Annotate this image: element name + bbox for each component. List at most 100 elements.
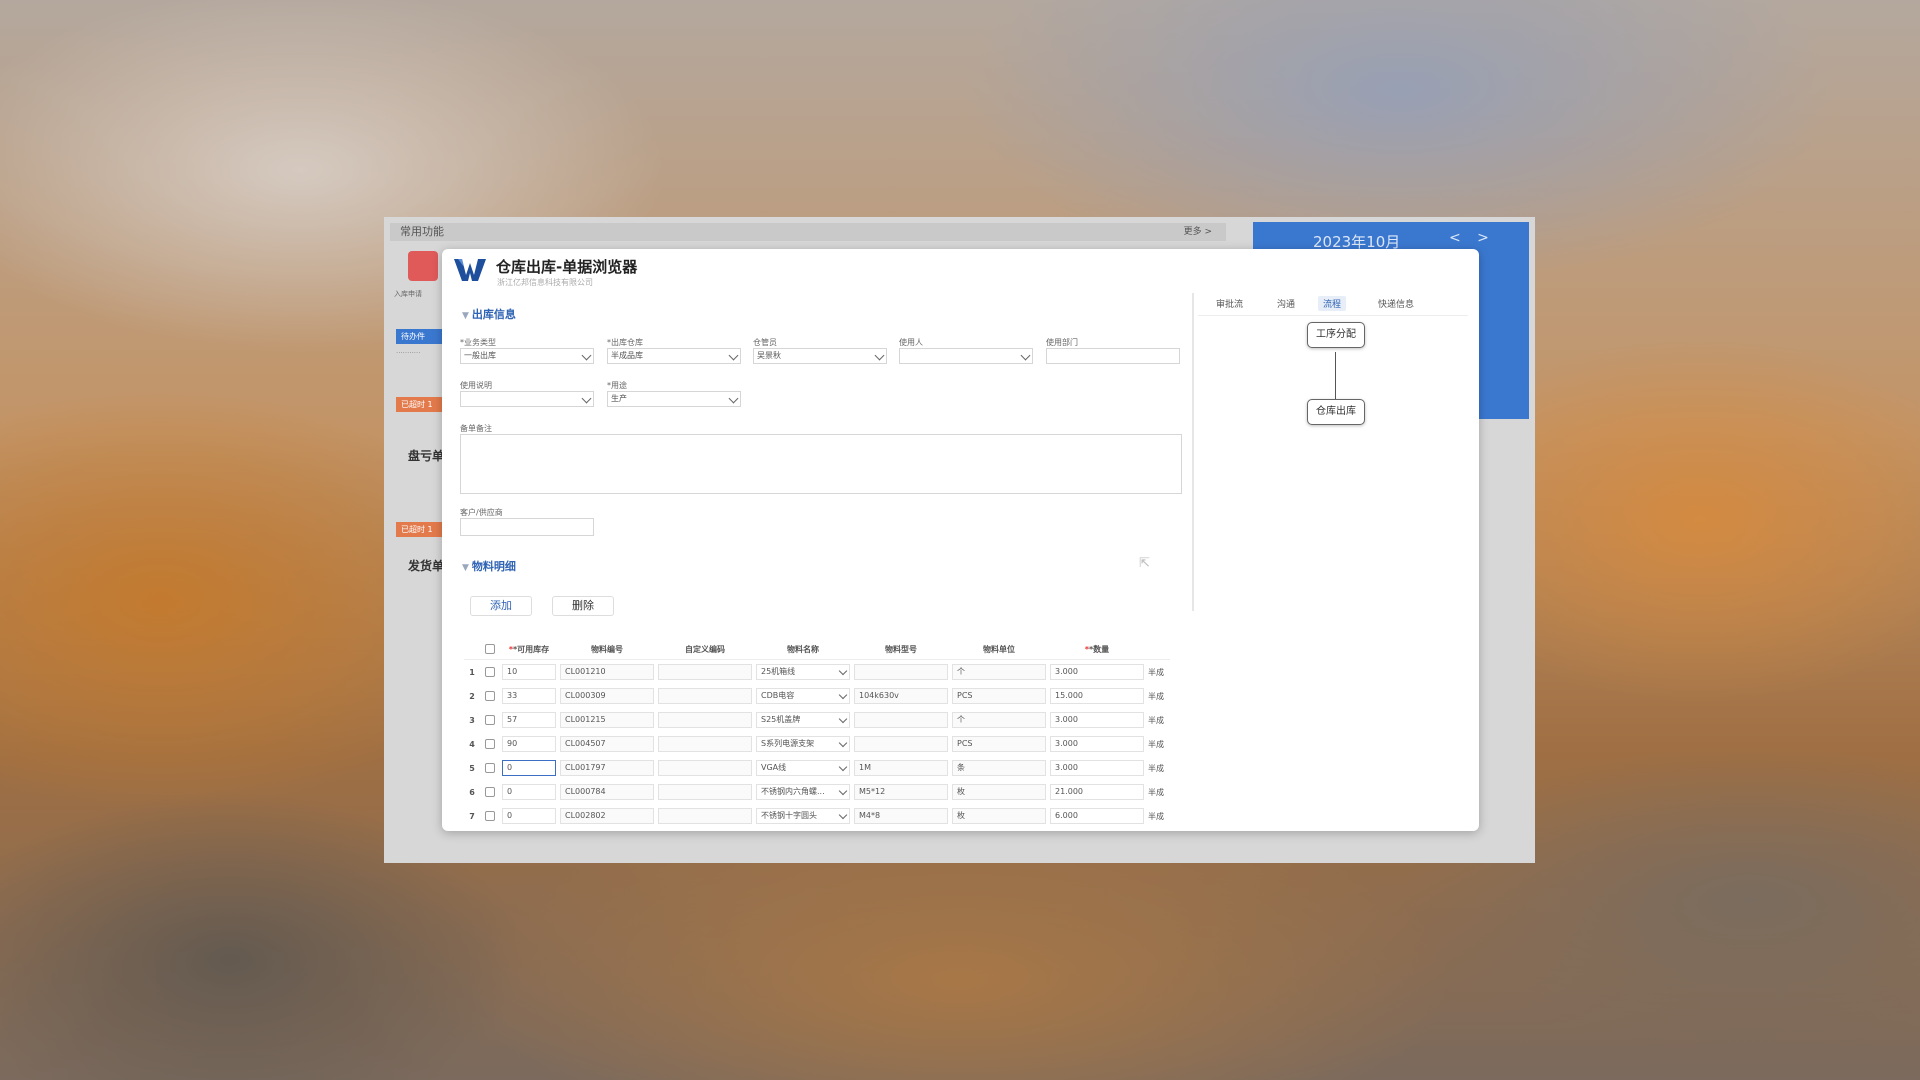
add-button[interactable]: 添加 (470, 596, 532, 616)
stock-cell: 10 (500, 660, 558, 685)
code-cell: CL000784 (558, 780, 656, 804)
custom-code-cell (656, 780, 754, 804)
business-type-label: *业务类型 (460, 338, 496, 347)
department-input[interactable] (1046, 348, 1180, 364)
stock-input[interactable]: 0 (502, 784, 556, 800)
stock-input[interactable]: 0 (502, 808, 556, 824)
code-cell: CL002802 (558, 804, 656, 828)
model-cell: M4*8 (852, 804, 950, 828)
usage-note-select[interactable] (460, 391, 594, 407)
quantity-input[interactable]: 3.000 (1050, 664, 1144, 680)
collapse-icon[interactable]: ▼ (462, 563, 469, 573)
row-number-header (464, 639, 480, 660)
stock-input[interactable]: 33 (502, 688, 556, 704)
stock-cell: 57 (500, 708, 558, 732)
select-all-checkbox[interactable] (485, 644, 495, 654)
row-number: 4 (469, 739, 475, 749)
material-model (854, 736, 948, 752)
stock-cell: 0 (500, 804, 558, 828)
stock-cell: 33 (500, 684, 558, 708)
material-name-select[interactable]: 不锈钢内六角螺... (756, 784, 850, 800)
panel-splitter[interactable] (1192, 293, 1194, 611)
material-name-select[interactable]: 25机箱线 (756, 664, 850, 680)
flow-node-process-assign[interactable]: 工序分配 (1307, 322, 1365, 348)
material-model (854, 712, 948, 728)
materials-section-header[interactable]: ▼ 物料明细 (462, 558, 516, 574)
material-name-select[interactable]: CDB电容 (756, 688, 850, 704)
material-code: CL001215 (560, 712, 654, 728)
material-model: M5*12 (854, 784, 948, 800)
more-link[interactable]: 更多 > (1184, 223, 1212, 241)
tab-communication[interactable]: 沟通 (1277, 297, 1295, 310)
delete-button[interactable]: 删除 (552, 596, 614, 616)
customer-input[interactable] (460, 518, 594, 536)
export-icon[interactable]: ⇱ (1139, 557, 1153, 571)
outbound-section-header[interactable]: ▼ 出库信息 (462, 306, 516, 322)
quantity-input[interactable]: 21.000 (1050, 784, 1144, 800)
inbound-request-icon[interactable] (408, 251, 438, 281)
material-name-select[interactable]: 不锈钢十字圆头 (756, 808, 850, 824)
custom-code-cell (656, 756, 754, 780)
material-name-select[interactable]: S系列电源支架 (756, 736, 850, 752)
material-unit: 个 (952, 664, 1046, 680)
purpose-value: 生产 (611, 394, 627, 403)
company-logo-icon (454, 259, 486, 281)
quantity-input[interactable]: 3.000 (1050, 760, 1144, 776)
name-cell: CDB电容 (754, 684, 852, 708)
pending-tab[interactable]: 待办件 (396, 329, 444, 344)
user-label: 使用人 (899, 338, 923, 347)
row-number: 3 (469, 715, 475, 725)
unit-cell: 个 (950, 708, 1048, 732)
material-name-select[interactable]: S25机盖牌 (756, 712, 850, 728)
table-row: 2 33 CL000309 CDB电容 104k630v PCS 15.000 半成 (464, 684, 1170, 708)
table-header-row: **可用库存 物料编号 自定义编码 物料名称 物料型号 物料单位 **数量 (464, 639, 1170, 660)
warehouse-select[interactable]: 半成品库 (607, 348, 741, 364)
model-cell: 104k630v (852, 684, 950, 708)
row-checkbox[interactable] (485, 763, 495, 773)
row-checkbox[interactable] (485, 715, 495, 725)
quantity-input[interactable]: 3.000 (1050, 736, 1144, 752)
tab-approval-flow[interactable]: 审批流 (1216, 297, 1243, 310)
row-checkbox[interactable] (485, 667, 495, 677)
table-row: 6 0 CL000784 不锈钢内六角螺... M5*12 枚 21.000 半成 (464, 780, 1170, 804)
material-code: CL001210 (560, 664, 654, 680)
quantity-input[interactable]: 6.000 (1050, 808, 1144, 824)
warehouse-value: 半成品库 (611, 351, 643, 360)
unit-cell: 条 (950, 756, 1048, 780)
custom-code (658, 784, 752, 800)
row-checkbox[interactable] (485, 739, 495, 749)
calendar-nav[interactable]: < > (1449, 230, 1495, 246)
row-checkbox[interactable] (485, 691, 495, 701)
portal-item-1[interactable]: 盘亏单 (408, 447, 444, 464)
row-select-cell (480, 660, 500, 685)
material-code: CL004507 (560, 736, 654, 752)
stock-input[interactable]: 10 (502, 664, 556, 680)
tab-process[interactable]: 流程 (1318, 296, 1347, 311)
tab-express-info[interactable]: 快递信息 (1378, 297, 1414, 310)
keeper-select[interactable]: 吴景秋 (753, 348, 887, 364)
purpose-label: *用途 (607, 381, 627, 390)
stock-input[interactable]: 57 (502, 712, 556, 728)
column-header-label: *数量 (1089, 644, 1110, 654)
custom-code (658, 664, 752, 680)
material-name-select[interactable]: VGA线 (756, 760, 850, 776)
column-header: 自定义编码 (656, 639, 754, 660)
user-select[interactable] (899, 348, 1033, 364)
row-number: 6 (469, 787, 475, 797)
quantity-input[interactable]: 3.000 (1050, 712, 1144, 728)
stock-input[interactable]: 0 (502, 760, 556, 776)
row-checkbox[interactable] (485, 787, 495, 797)
material-name: VGA线 (761, 763, 787, 772)
flow-node-warehouse-out[interactable]: 仓库出库 (1307, 399, 1365, 425)
quantity-input[interactable]: 15.000 (1050, 688, 1144, 704)
stock-input[interactable]: 90 (502, 736, 556, 752)
business-type-select[interactable]: 一般出库 (460, 348, 594, 364)
purpose-select[interactable]: 生产 (607, 391, 741, 407)
remark-textarea[interactable] (460, 434, 1182, 494)
portal-item-2[interactable]: 发货单 (408, 557, 444, 574)
row-checkbox[interactable] (485, 811, 495, 821)
overdue-badge-2: 已超时 1 (396, 522, 444, 537)
department-label: 使用部门 (1046, 338, 1078, 347)
dialog-title: 仓库出库-单据浏览器 (496, 258, 638, 276)
collapse-icon[interactable]: ▼ (462, 311, 469, 321)
